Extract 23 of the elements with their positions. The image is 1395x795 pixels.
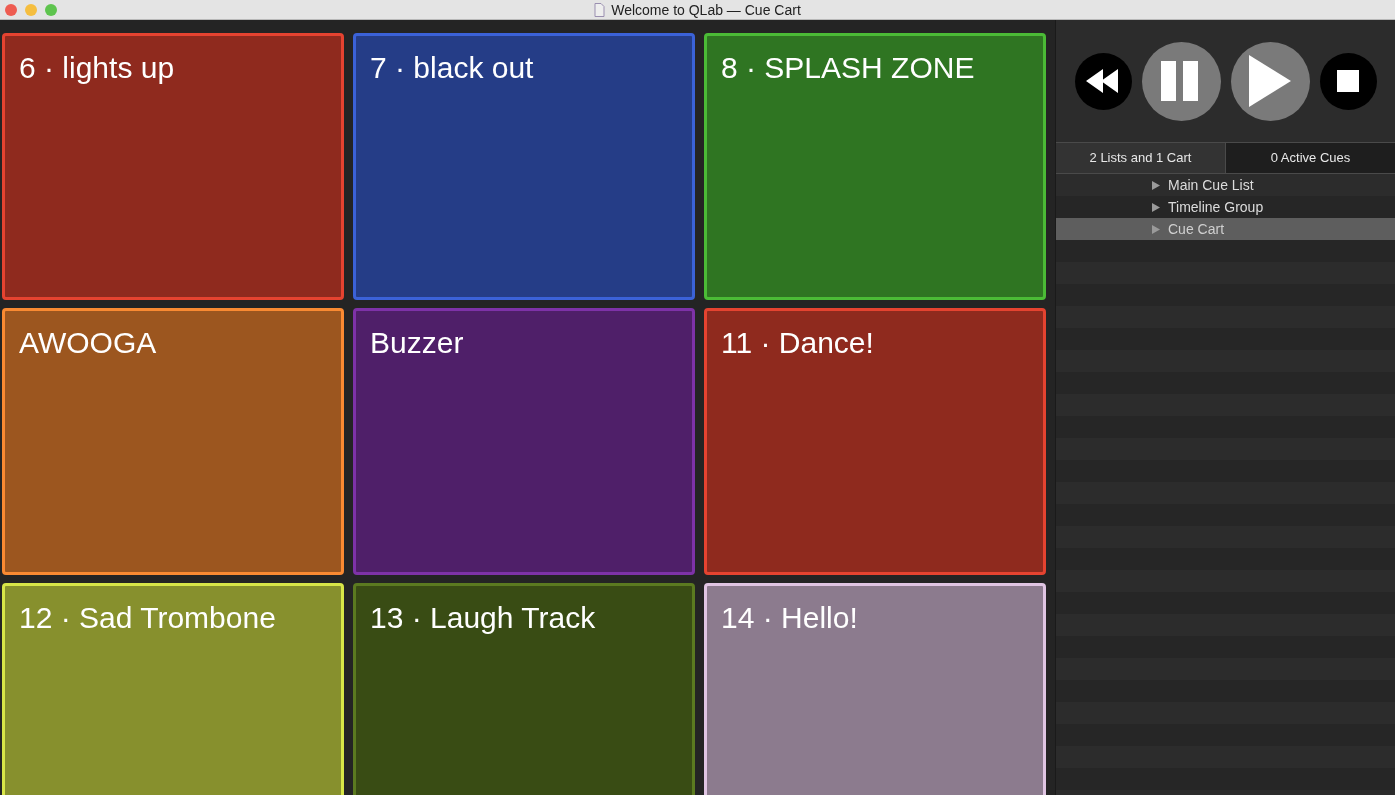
cue-list-item[interactable]: Timeline Group (1056, 196, 1395, 218)
cue-button[interactable]: 7 · black out (353, 33, 695, 300)
play-icon (1249, 55, 1291, 107)
stop-icon (1337, 70, 1359, 92)
panel-tab[interactable]: 2 Lists and 1 Cart (1056, 143, 1225, 173)
cue-button[interactable]: 11 · Dance! (704, 308, 1046, 575)
cue-button[interactable]: 14 · Hello! (704, 583, 1046, 795)
cue-button[interactable]: 8 · SPLASH ZONE (704, 33, 1046, 300)
disclosure-triangle-icon (1152, 224, 1160, 234)
pause-icon (1161, 61, 1201, 101)
cue-list-item[interactable]: Cue Cart (1056, 218, 1395, 240)
cue-list-item[interactable]: Main Cue List (1056, 174, 1395, 196)
panel-tab[interactable]: 0 Active Cues (1225, 143, 1395, 173)
document-icon (594, 3, 606, 17)
close-button[interactable] (5, 3, 17, 16)
cue-button[interactable]: 6 · lights up (2, 33, 344, 300)
cue-button[interactable]: Buzzer (353, 308, 695, 575)
rewind-icon (1086, 69, 1120, 93)
cue-button[interactable]: AWOOGA (2, 308, 344, 575)
disclosure-triangle-icon (1152, 202, 1160, 212)
cue-button[interactable]: 13 · Laugh Track (353, 583, 695, 795)
window-title: Welcome to QLab — Cue Cart (611, 0, 801, 20)
disclosure-triangle-icon (1152, 180, 1160, 190)
